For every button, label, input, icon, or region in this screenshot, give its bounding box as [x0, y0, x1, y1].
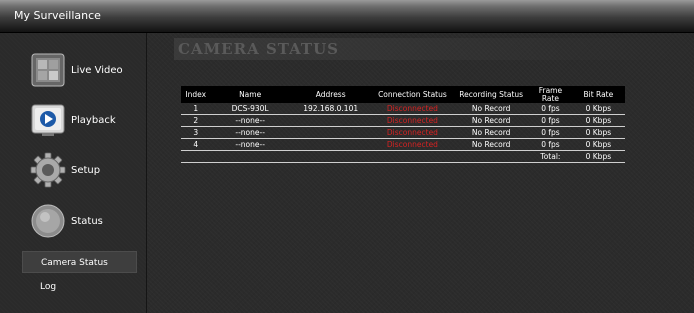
col-recording-status: Recording Status [453, 86, 530, 103]
nav-live-video[interactable]: Live Video [30, 52, 123, 88]
cell-name: --none-- [210, 114, 290, 127]
total-bit-rate: 0 Kbps [571, 150, 625, 163]
status-icon [30, 203, 66, 239]
cell-bit-rate: 0 Kbps [571, 103, 625, 115]
table-header-row: Index Name Address Connection Status Rec… [181, 86, 625, 103]
nav-setup-label: Setup [71, 164, 101, 176]
cell-connection-status: Disconnected [371, 103, 454, 115]
cell-frame-rate: 0 fps [529, 103, 572, 115]
cell-recording-status: No Record [453, 114, 530, 127]
nav-status[interactable]: Status [30, 203, 103, 239]
page-title: CAMERA STATUS [178, 40, 340, 58]
total-row: Total: 0 Kbps [181, 150, 625, 163]
sub-camera-status[interactable]: Camera Status [22, 251, 137, 273]
cell-connection-status: Disconnected [371, 114, 454, 127]
sub-log[interactable]: Log [22, 276, 137, 298]
table-row[interactable]: 2 --none-- Disconnected No Record 0 fps … [181, 114, 625, 127]
cell-index: 1 [181, 103, 211, 115]
total-empty-cell [210, 150, 290, 163]
table-row[interactable]: 4 --none-- Disconnected No Record 0 fps … [181, 138, 625, 151]
col-index: Index [181, 86, 211, 103]
cell-address [289, 126, 372, 139]
col-connection-status: Connection Status [371, 86, 454, 103]
total-empty-cell [181, 150, 211, 163]
total-empty-cell [371, 150, 454, 163]
cell-name: DCS-930L [210, 103, 290, 115]
main-panel [147, 33, 694, 313]
live-video-icon [30, 52, 66, 88]
playback-icon [30, 102, 66, 138]
cell-connection-status: Disconnected [371, 126, 454, 139]
cell-recording-status: No Record [453, 138, 530, 151]
cell-address [289, 138, 372, 151]
cell-name: --none-- [210, 138, 290, 151]
cell-frame-rate: 0 fps [529, 126, 572, 139]
col-address: Address [289, 86, 372, 103]
nav-status-label: Status [71, 215, 103, 227]
cell-index: 3 [181, 126, 211, 139]
nav-live-video-label: Live Video [71, 64, 123, 76]
cell-address: 192.168.0.101 [289, 103, 372, 115]
cell-bit-rate: 0 Kbps [571, 126, 625, 139]
col-name: Name [210, 86, 290, 103]
cell-connection-status: Disconnected [371, 138, 454, 151]
cell-bit-rate: 0 Kbps [571, 138, 625, 151]
total-empty-cell [453, 150, 530, 163]
table-row[interactable]: 3 --none-- Disconnected No Record 0 fps … [181, 126, 625, 139]
camera-status-table: Index Name Address Connection Status Rec… [181, 86, 625, 163]
col-bit-rate: Bit Rate [571, 86, 625, 103]
cell-index: 4 [181, 138, 211, 151]
total-empty-cell [289, 150, 372, 163]
col-frame-rate: Frame Rate [529, 86, 572, 103]
cell-recording-status: No Record [453, 126, 530, 139]
cell-bit-rate: 0 Kbps [571, 114, 625, 127]
cell-address [289, 114, 372, 127]
nav-playback[interactable]: Playback [30, 102, 116, 138]
setup-gear-icon [30, 152, 66, 188]
title-bar: My Surveillance [0, 0, 694, 33]
nav-playback-label: Playback [71, 114, 116, 126]
cell-frame-rate: 0 fps [529, 138, 572, 151]
cell-frame-rate: 0 fps [529, 114, 572, 127]
cell-name: --none-- [210, 126, 290, 139]
table-row[interactable]: 1 DCS-930L 192.168.0.101 Disconnected No… [181, 103, 625, 115]
nav-setup[interactable]: Setup [30, 152, 100, 188]
cell-recording-status: No Record [453, 103, 530, 115]
app-title: My Surveillance [14, 9, 101, 22]
total-label: Total: [529, 150, 572, 163]
cell-index: 2 [181, 114, 211, 127]
